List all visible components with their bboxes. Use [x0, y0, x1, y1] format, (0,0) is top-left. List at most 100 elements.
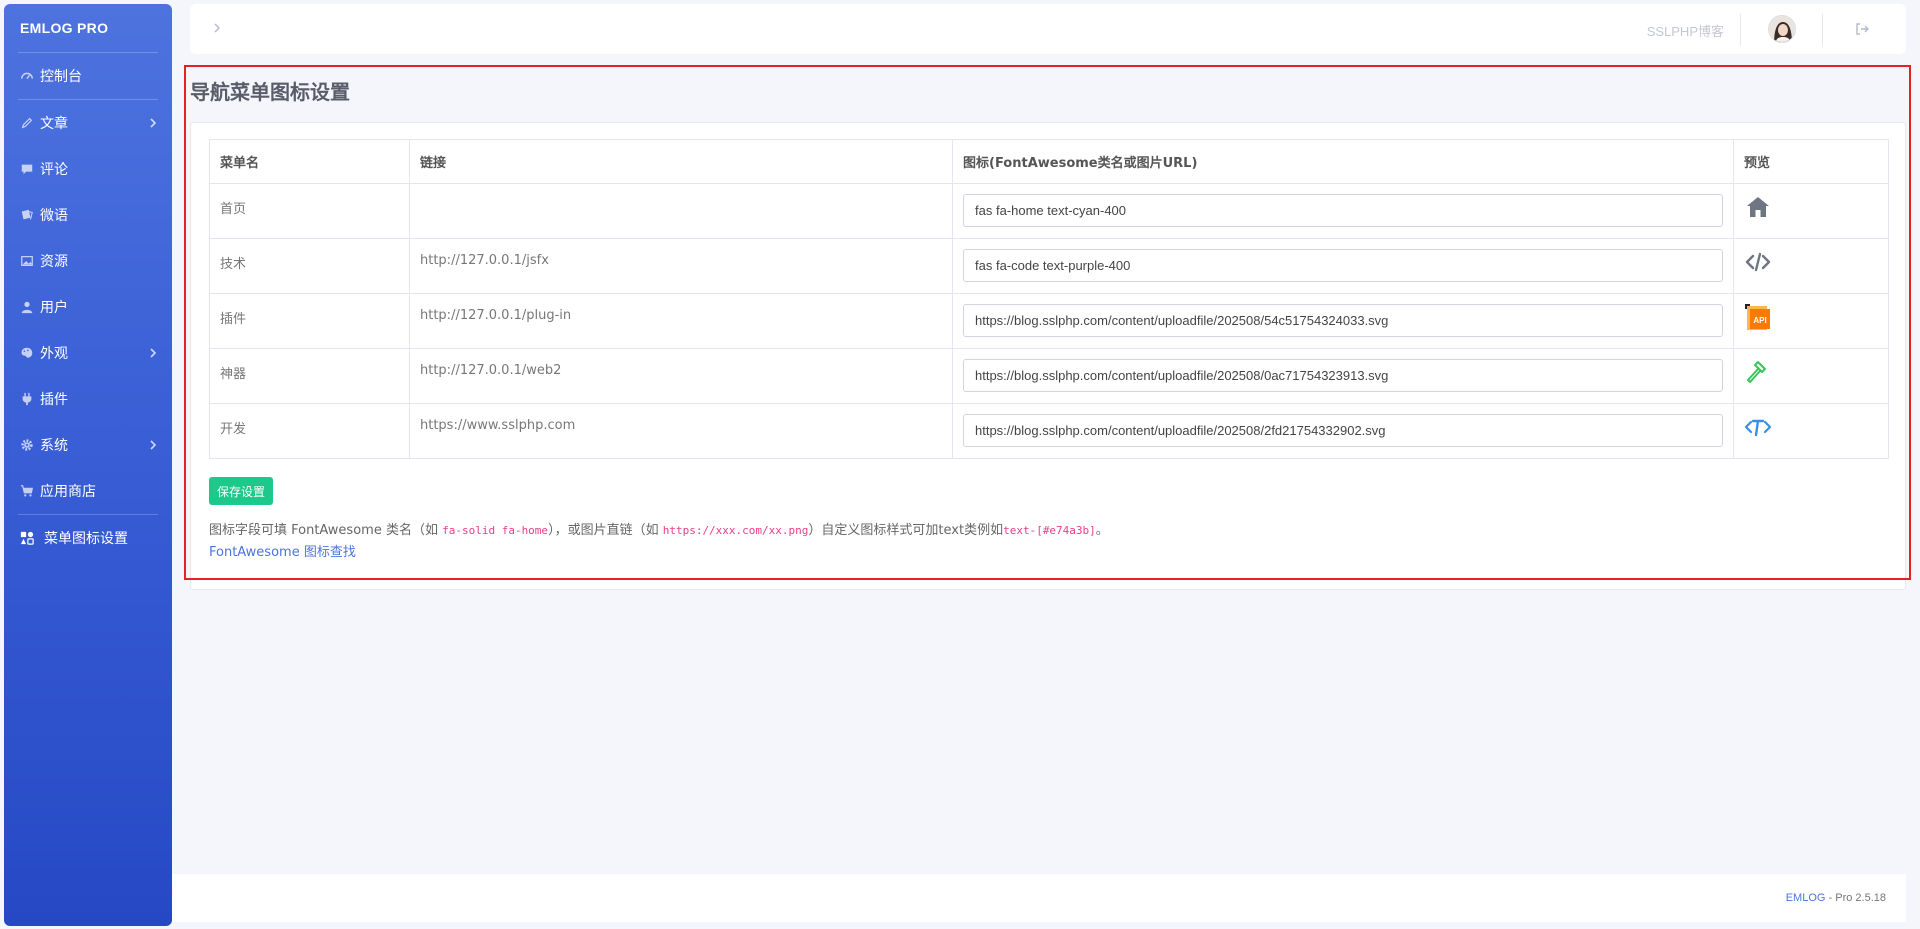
- icon-input[interactable]: [963, 194, 1723, 227]
- home-icon: [1747, 197, 1769, 217]
- preview-cell: [1733, 183, 1889, 239]
- menu-name-cell: 首页: [209, 183, 410, 239]
- help-text-part: ）自定义图标样式可加text类例如: [808, 523, 1004, 538]
- preview-cell: [1733, 238, 1889, 294]
- icon-input[interactable]: [963, 414, 1723, 447]
- menu-name-cell: 技术: [209, 238, 410, 294]
- footer-brand-link[interactable]: EMLOG: [1786, 892, 1826, 904]
- topbar-divider: [1740, 14, 1741, 46]
- sidebar-item-label: 控制台: [40, 69, 82, 85]
- sidebar-item-label: 外观: [40, 346, 68, 362]
- footer-version-text: - Pro 2.5.18: [1825, 892, 1887, 904]
- topbar: SSLPHP博客: [190, 4, 1906, 54]
- brand-logo[interactable]: EMLOG PRO: [4, 4, 172, 52]
- icon-cell: [952, 403, 1734, 459]
- sidebar-item-resources[interactable]: 资源: [4, 238, 172, 284]
- sidebar-item-articles[interactable]: 文章: [4, 100, 172, 146]
- icon-input[interactable]: [963, 249, 1723, 282]
- table-row: 神器 http://127.0.0.1/web2: [209, 348, 1889, 404]
- dev-code-icon: [1744, 419, 1772, 437]
- sidebar-item-label: 应用商店: [40, 484, 96, 500]
- menu-icon-table: 菜单名 链接 图标(FontAwesome类名或图片URL) 预览 首页 技术 …: [209, 139, 1889, 459]
- preview-cell: [1733, 403, 1889, 459]
- settings-card: 菜单名 链接 图标(FontAwesome类名或图片URL) 预览 首页 技术 …: [190, 122, 1906, 590]
- column-header-preview: 预览: [1733, 139, 1889, 184]
- plug-icon: [18, 390, 36, 408]
- sidebar-item-label: 评论: [40, 162, 68, 178]
- menu-link-cell: https://www.sslphp.com: [409, 403, 953, 459]
- page-title: 导航菜单图标设置: [190, 80, 350, 104]
- column-header-name: 菜单名: [209, 139, 410, 184]
- chevron-right-icon: [150, 440, 157, 450]
- table-row: 首页: [209, 183, 1889, 239]
- table-header-row: 菜单名 链接 图标(FontAwesome类名或图片URL) 预览: [209, 139, 1889, 184]
- gear-icon: [18, 436, 36, 454]
- icon-input[interactable]: [963, 359, 1723, 392]
- icon-cell: [952, 183, 1734, 239]
- user-icon: [18, 298, 36, 316]
- dashboard-icon: [18, 67, 36, 85]
- icon-cell: [952, 348, 1734, 404]
- sidebar-item-menu-icon-settings[interactable]: 菜单图标设置: [4, 515, 172, 561]
- table-row: 技术 http://127.0.0.1/jsfx: [209, 238, 1889, 294]
- help-text-part: ），或图片直链（如: [548, 523, 663, 538]
- icon-cell: [952, 238, 1734, 294]
- menu-link-cell: http://127.0.0.1/jsfx: [409, 238, 953, 294]
- sidebar-item-label: 用户: [40, 300, 68, 316]
- column-header-icon: 图标(FontAwesome类名或图片URL): [952, 139, 1734, 184]
- column-header-link: 链接: [409, 139, 953, 184]
- site-name-link[interactable]: SSLPHP博客: [1647, 21, 1724, 40]
- footer: EMLOG - Pro 2.5.18: [172, 874, 1906, 922]
- table-row: 插件 http://127.0.0.1/plug-in API: [209, 293, 1889, 349]
- preview-cell: API: [1733, 293, 1889, 349]
- help-code-text-class: text-[#e74a3b]: [1003, 524, 1096, 537]
- topbar-divider: [1822, 14, 1823, 46]
- sidebar-item-label: 资源: [40, 254, 68, 270]
- sidebar-item-users[interactable]: 用户: [4, 284, 172, 330]
- help-text-part: 。: [1095, 523, 1109, 538]
- sidebar-item-plugins[interactable]: 插件: [4, 376, 172, 422]
- menu-link-cell: http://127.0.0.1/plug-in: [409, 293, 953, 349]
- cart-icon: [18, 482, 36, 500]
- api-file-icon: API: [1745, 304, 1770, 330]
- footer-version: EMLOG - Pro 2.5.18: [1786, 892, 1886, 904]
- menu-link-cell: http://127.0.0.1/web2: [409, 348, 953, 404]
- sidebar-toggle-chevron-icon[interactable]: [210, 21, 224, 35]
- sidebar-item-app-store[interactable]: 应用商店: [4, 468, 172, 514]
- code-icon: [1745, 252, 1771, 272]
- pencil-icon: [18, 114, 36, 132]
- table-row: 开发 https://www.sslphp.com: [209, 403, 1889, 459]
- sidebar: EMLOG PRO 控制台 文章 评论 微语 资源 用户 外观 插件 系统 应用…: [4, 4, 172, 926]
- preview-cell: [1733, 348, 1889, 404]
- menu-link-cell: [409, 183, 953, 239]
- icon-input[interactable]: [963, 304, 1723, 337]
- chevron-right-icon: [150, 348, 157, 358]
- sidebar-item-label: 微语: [40, 208, 68, 224]
- menu-name-cell: 插件: [209, 293, 410, 349]
- sidebar-item-label: 系统: [40, 438, 68, 454]
- save-settings-button[interactable]: 保存设置: [209, 477, 274, 505]
- fontawesome-search-link[interactable]: FontAwesome 图标查找: [209, 541, 356, 560]
- sidebar-item-appearance[interactable]: 外观: [4, 330, 172, 376]
- palette-icon: [18, 344, 36, 362]
- sidebar-item-label: 文章: [40, 116, 68, 132]
- sidebar-item-label: 插件: [40, 392, 68, 408]
- sidebar-item-dashboard[interactable]: 控制台: [4, 53, 172, 99]
- help-code-fa-class: fa-solid fa-home: [442, 524, 549, 537]
- menu-name-cell: 神器: [209, 348, 410, 404]
- comment-icon: [18, 160, 36, 178]
- help-text-part: 图标字段可填 FontAwesome 类名（如: [209, 523, 443, 538]
- help-text: 图标字段可填 FontAwesome 类名（如 fa-solid fa-home…: [209, 521, 1109, 541]
- sidebar-item-notes[interactable]: 微语: [4, 192, 172, 238]
- logout-icon[interactable]: [1854, 21, 1870, 37]
- chevron-right-icon: [150, 118, 157, 128]
- note-icon: [18, 206, 36, 224]
- sidebar-item-comments[interactable]: 评论: [4, 146, 172, 192]
- avatar[interactable]: [1768, 15, 1796, 43]
- help-code-image-url: https://xxx.com/xx.png: [662, 524, 809, 537]
- hammer-icon: [1747, 361, 1766, 383]
- menu-name-cell: 开发: [209, 403, 410, 459]
- sidebar-item-system[interactable]: 系统: [4, 422, 172, 468]
- svg-text:API: API: [1753, 316, 1766, 325]
- image-icon: [18, 252, 36, 270]
